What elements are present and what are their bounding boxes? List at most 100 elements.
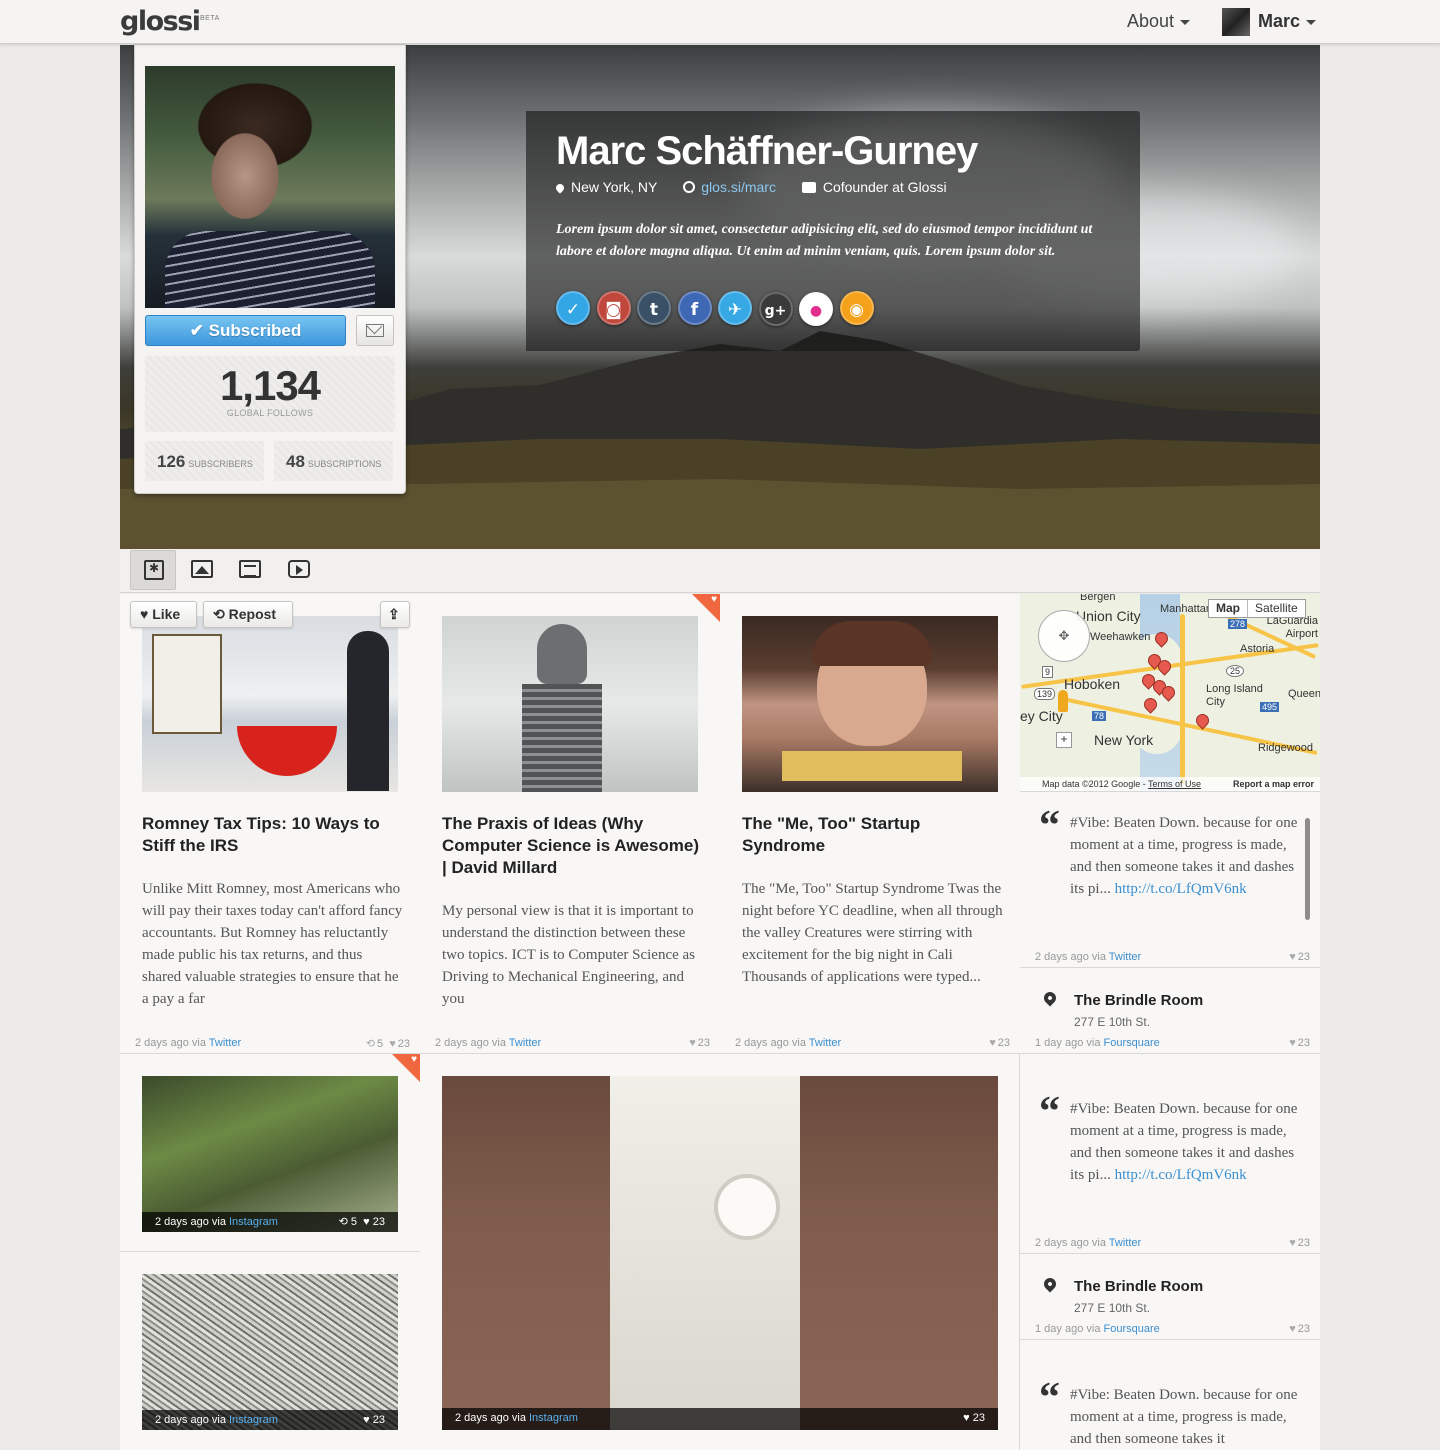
twitter-icon[interactable]: ✈ (718, 291, 752, 325)
map-type-map[interactable]: Map (1209, 600, 1248, 617)
profile-name: Marc Schäffner-Gurney (556, 129, 978, 173)
rss-icon[interactable]: ◉ (839, 291, 874, 325)
quote-card[interactable]: “ #Vibe: Beaten Down. because for one mo… (1020, 792, 1320, 968)
photo-thumbnail[interactable]: 2 days ago via Instagram ⟲ 5 ♥ 23 (142, 1076, 398, 1232)
chevron-down-icon (1306, 19, 1317, 25)
tab-all[interactable] (130, 550, 176, 590)
article-excerpt: The "Me, Too" Startup Syndrome Twas the … (742, 881, 1003, 985)
place-name[interactable]: The Brindle Room (1074, 992, 1203, 1009)
map-label: LaGuardia Airport (1266, 615, 1318, 640)
road-shield: 9 (1042, 666, 1054, 678)
location-pin-icon (554, 182, 566, 194)
photo-card[interactable]: ♥ 2 days ago via Instagram ⟲ 5 ♥ 23 (120, 1054, 420, 1252)
photo-card[interactable]: 2 days ago via Instagram ♥ 23 (120, 1252, 420, 1450)
follows-label: GLOBAL FOLLOWS (226, 408, 314, 418)
article-thumbnail[interactable] (442, 616, 698, 792)
via-link[interactable]: Foursquare (1104, 1323, 1160, 1335)
scrollbar[interactable] (1305, 818, 1310, 920)
tab-photos[interactable] (179, 550, 225, 590)
heart-icon: ♥ (363, 1216, 370, 1228)
facebook-icon[interactable]: f (677, 291, 712, 325)
card-stats: ♥ 23 (1289, 1323, 1310, 1335)
like-count: 23 (972, 1412, 985, 1424)
post-time: 2 days ago via (1035, 1237, 1106, 1249)
map-type-satellite[interactable]: Satellite (1248, 600, 1305, 617)
via-link[interactable]: Twitter (1109, 951, 1141, 963)
article-title[interactable]: Romney Tax Tips: 10 Ways to Stiff the IR… (142, 813, 402, 857)
clock-shape (714, 1174, 780, 1240)
card-footer: 2 days ago via Twitter ♥ 23 (735, 1037, 1010, 1049)
flickr-icon[interactable]: ● (799, 292, 833, 326)
map-road (1180, 614, 1185, 784)
place-name[interactable]: The Brindle Room (1074, 1278, 1203, 1295)
share-icon: ⇪ (388, 606, 400, 622)
street-view-icon[interactable] (1058, 690, 1068, 712)
card-stats: ♥ 23 (989, 1037, 1010, 1049)
via-link[interactable]: Instagram (229, 1414, 278, 1426)
article-title[interactable]: The "Me, Too" Startup Syndrome (742, 813, 1002, 857)
quote-link[interactable]: http://t.co/LfQmV6nk (1115, 1167, 1247, 1183)
article-excerpt: My personal view is that it is important… (442, 903, 696, 1007)
place-address: 277 E 10th St. (1074, 1015, 1151, 1029)
subscriptions-count: 48 (286, 452, 305, 471)
article-card[interactable]: ♥ The Praxis of Ideas (Why Computer Scie… (420, 594, 720, 1054)
like-count: 23 (1297, 1237, 1310, 1249)
heart-icon: ♥ (1289, 1037, 1296, 1049)
subscriptions-stat[interactable]: 48 SUBSCRIPTIONS (274, 441, 393, 481)
quote-link[interactable]: http://t.co/LfQmV6nk (1115, 881, 1247, 897)
via-link[interactable]: Twitter (209, 1037, 241, 1049)
quote-text: #Vibe: Beaten Down. because for one mome… (1070, 1387, 1298, 1447)
heart-icon: ♥ (363, 1414, 370, 1426)
article-excerpt: Unlike Mitt Romney, most Americans who w… (142, 881, 403, 1007)
chevron-down-icon (1180, 19, 1191, 25)
follows-count: 1,134 (219, 362, 321, 409)
message-button[interactable] (356, 315, 394, 346)
article-thumbnail[interactable] (742, 616, 998, 792)
via-link[interactable]: Twitter (509, 1037, 541, 1049)
card-stats: ♥ 23 (689, 1037, 710, 1049)
quote-text-block: #Vibe: Beaten Down. because for one mome… (1070, 1098, 1305, 1186)
quote-card[interactable]: “ #Vibe: Beaten Down. because for one mo… (1020, 1078, 1320, 1254)
map-terms-link[interactable]: Terms of Use (1148, 779, 1201, 789)
article-card[interactable]: ♥ Like ⟲ Repost ⇪ Romney Tax Tips: 10 Wa… (120, 594, 420, 1054)
repost-button[interactable]: ⟲ Repost (203, 601, 293, 628)
share-button[interactable]: ⇪ (380, 601, 410, 628)
via-link[interactable]: Instagram (529, 1412, 578, 1424)
checkin-card[interactable]: The Brindle Room 277 E 10th St. 1 day ag… (1020, 1254, 1320, 1340)
heart-icon: ♥ (711, 594, 717, 605)
tab-articles[interactable] (227, 550, 273, 590)
photo-caption-bar: 2 days ago via Instagram ♥ 23 (442, 1408, 998, 1430)
like-button[interactable]: ♥ Like (130, 601, 197, 628)
robot-body-shape (522, 684, 602, 792)
foursquare-icon[interactable]: ✓ (556, 291, 590, 325)
via-link[interactable]: Foursquare (1104, 1037, 1160, 1049)
subscribers-stat[interactable]: 126 SUBSCRIBERS (145, 441, 264, 481)
about-menu[interactable]: About (1127, 11, 1191, 32)
tumblr-icon[interactable]: t (637, 291, 671, 325)
checkins-map[interactable]: Bergen Union City Manhattan Weehawken La… (1020, 594, 1320, 792)
map-pan-control[interactable]: ✥ (1038, 610, 1090, 662)
glossi-logo[interactable]: glossi (120, 6, 201, 37)
card-footer: 2 days ago via Twitter ♥ 23 (435, 1037, 710, 1049)
repost-icon: ⟲ (338, 1216, 348, 1228)
via-link[interactable]: Instagram (229, 1216, 278, 1228)
article-thumbnail[interactable] (142, 616, 398, 792)
photo-thumbnail[interactable]: 2 days ago via Instagram ♥ 23 (442, 1076, 998, 1430)
via-link[interactable]: Twitter (1109, 1237, 1141, 1249)
feed-wide-card: 2 days ago via Instagram ♥ 23 (420, 1054, 1020, 1450)
googleplus-icon[interactable]: g+ (758, 292, 793, 326)
subscriptions-label: SUBSCRIPTIONS (307, 459, 382, 469)
quote-card[interactable]: “ #Vibe: Beaten Down. because for one mo… (1020, 1364, 1320, 1450)
subscribed-button[interactable]: ✔ Subscribed (145, 315, 346, 346)
map-zoom-in-button[interactable]: + (1056, 732, 1072, 748)
instagram-icon[interactable]: ◙ (596, 291, 631, 325)
via-link[interactable]: Twitter (809, 1037, 841, 1049)
profile-url-link[interactable]: glos.si/marc (701, 179, 776, 195)
heart-icon: ♥ (963, 1412, 970, 1424)
tab-videos[interactable] (276, 550, 322, 590)
checkin-card[interactable]: The Brindle Room 277 E 10th St. 1 day ag… (1020, 968, 1320, 1054)
article-card[interactable]: The "Me, Too" Startup Syndrome The "Me, … (720, 594, 1020, 1054)
article-title[interactable]: The Praxis of Ideas (Why Computer Scienc… (442, 813, 702, 879)
photo-thumbnail[interactable]: 2 days ago via Instagram ♥ 23 (142, 1274, 398, 1430)
map-report-link[interactable]: Report a map error (1233, 777, 1314, 791)
